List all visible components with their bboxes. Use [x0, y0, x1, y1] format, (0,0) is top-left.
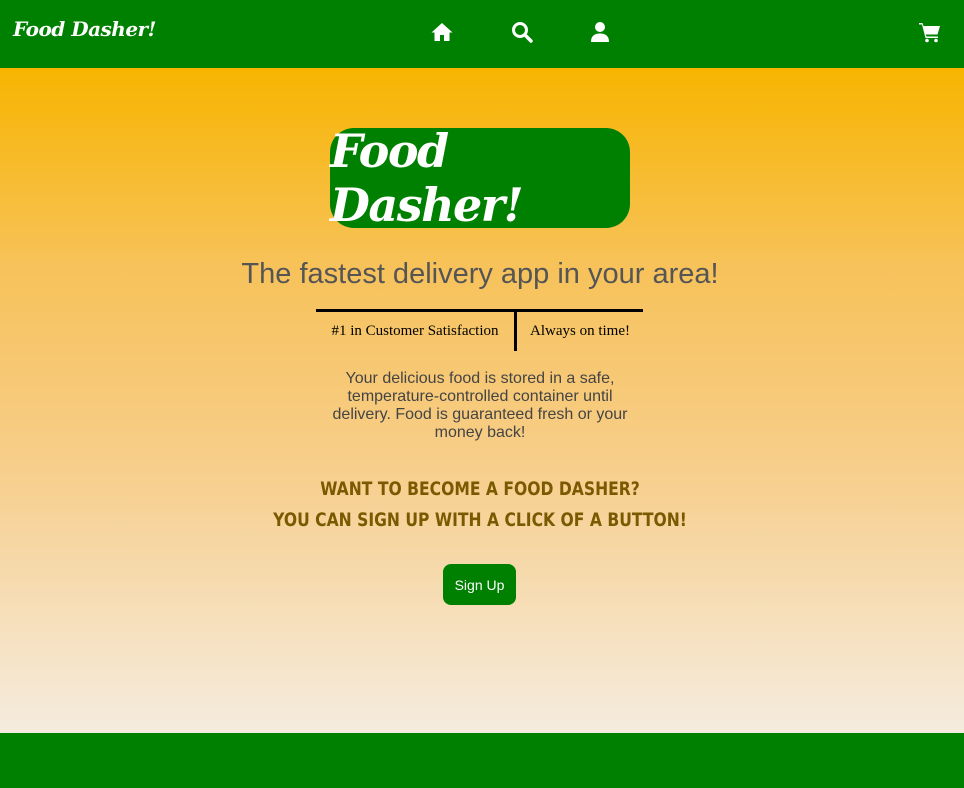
cta-line-2: You can sign up with a click of a button… [273, 509, 687, 531]
description-text: Your delicious food is stored in a safe,… [332, 370, 628, 441]
feature-on-time: Always on time! [530, 323, 630, 339]
tagline: The fastest delivery app in your area! [241, 258, 719, 290]
search-icon[interactable] [510, 20, 534, 44]
cta-line-1: Want to become a Food Dasher? [320, 478, 640, 500]
signup-call-to-action: Want to become a Food Dasher? You can si… [86, 474, 873, 536]
sign-up-button[interactable]: Sign Up [443, 564, 516, 605]
footer [0, 733, 964, 788]
brand-logo[interactable]: Food Dasher! [13, 17, 156, 41]
top-navbar: Food Dasher! [0, 0, 964, 68]
user-icon[interactable] [588, 20, 612, 44]
cart-icon[interactable] [918, 20, 942, 44]
hero-section: Food Dasher! The fastest delivery app in… [0, 68, 964, 733]
hero-logo: Food Dasher! [330, 124, 630, 232]
home-icon[interactable] [430, 20, 454, 44]
feature-strip: #1 in Customer Satisfaction Always on ti… [316, 309, 643, 351]
feature-satisfaction: #1 in Customer Satisfaction [316, 312, 517, 351]
hero-logo-text: Food Dasher! [330, 124, 524, 232]
